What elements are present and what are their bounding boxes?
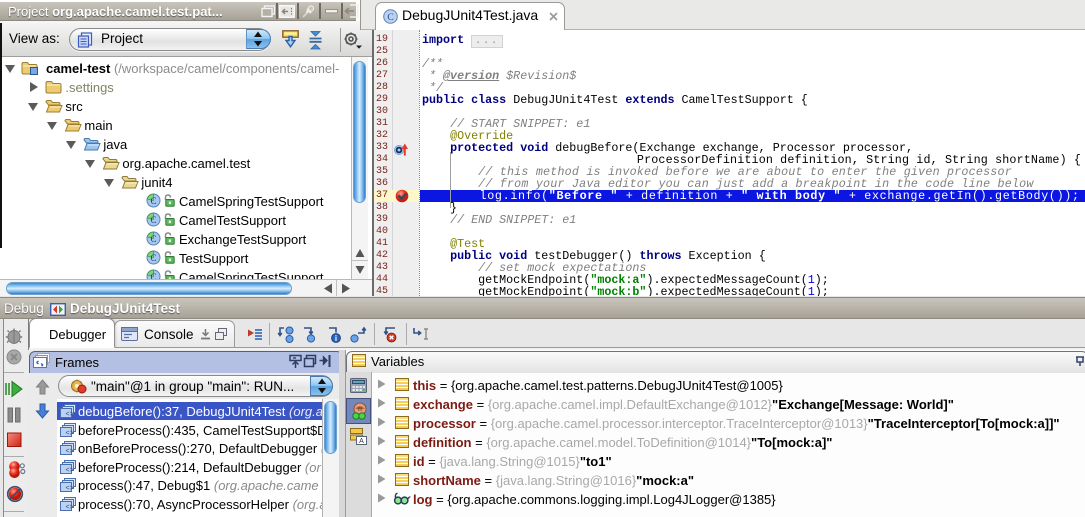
svg-text:<>: <> [66,411,74,418]
svg-text:C: C [150,234,156,244]
svg-text:m: m [358,407,363,413]
svg-text:C: C [150,253,156,263]
svg-text:i: i [335,334,337,343]
svg-text:<>: <> [66,430,74,437]
svg-text:<>: <> [66,467,74,474]
svg-text:<>: <> [66,485,74,492]
svg-text:A: A [359,438,364,445]
svg-text:C: C [150,196,156,206]
svg-text:<>: <> [66,448,74,455]
svg-text:<>: <> [66,504,74,511]
svg-text:C: C [387,13,393,23]
svg-text:C: C [150,215,156,225]
